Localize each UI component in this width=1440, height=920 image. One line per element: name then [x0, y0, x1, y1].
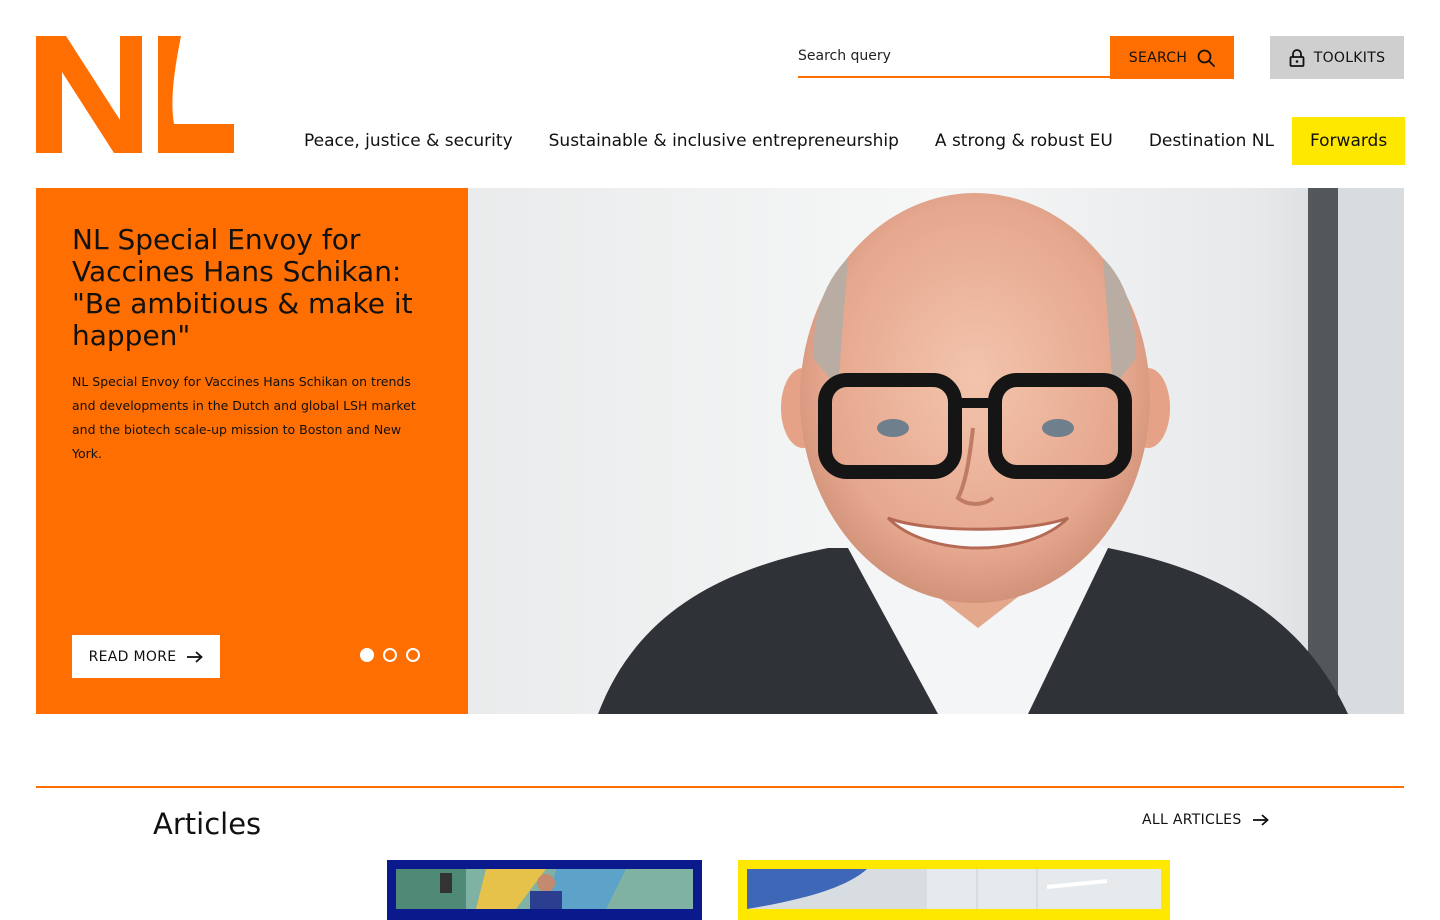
nav-item-forwards[interactable]: Forwards: [1291, 117, 1406, 165]
search-icon: [1197, 49, 1216, 67]
all-articles-link[interactable]: ALL ARTICLES: [1142, 812, 1269, 828]
nl-logo-mark: [36, 36, 234, 153]
hero-portrait-photo: [468, 188, 1404, 714]
article-card-image-1: [396, 869, 693, 920]
all-articles-label: ALL ARTICLES: [1142, 812, 1242, 828]
hero-text-panel: NL Special Envoy for Vaccines Hans Schik…: [36, 188, 468, 714]
arrow-right-icon: [187, 650, 204, 663]
nav-item-sustainable-entrepreneurship[interactable]: Sustainable & inclusive entrepreneurship: [531, 117, 917, 165]
toolkits-label: TOOLKITS: [1313, 49, 1386, 66]
article-card-1[interactable]: [387, 860, 702, 920]
carousel-dot-1[interactable]: [360, 648, 374, 662]
cyclists-photo: [396, 869, 693, 909]
articles-divider: [36, 786, 1404, 788]
read-more-label: READ MORE: [88, 648, 177, 665]
portrait-illustration: [468, 188, 1404, 714]
nav-item-peace-justice-security[interactable]: Peace, justice & security: [286, 117, 531, 165]
office-photo: [747, 869, 1161, 909]
main-nav: Peace, justice & security Sustainable & …: [286, 117, 1406, 165]
article-card-image-2: [747, 869, 1161, 920]
toolkits-button[interactable]: TOOLKITS: [1270, 36, 1404, 79]
search-input[interactable]: [798, 36, 1110, 78]
hero-title: NL Special Envoy for Vaccines Hans Schik…: [72, 223, 413, 352]
articles-heading: Articles: [153, 807, 262, 841]
read-more-button[interactable]: READ MORE: [72, 635, 220, 678]
nl-logo[interactable]: [36, 36, 234, 153]
carousel-dots: [360, 648, 420, 662]
hero-description: NL Special Envoy for Vaccines Hans Schik…: [72, 374, 416, 461]
article-card-2[interactable]: [738, 860, 1170, 920]
arrow-right-icon: [1252, 814, 1269, 826]
search-button-label: SEARCH: [1128, 49, 1188, 66]
lock-icon: [1289, 48, 1305, 67]
carousel-dot-3[interactable]: [406, 648, 420, 662]
hero-carousel: NL Special Envoy for Vaccines Hans Schik…: [36, 188, 1404, 714]
carousel-dot-2[interactable]: [383, 648, 397, 662]
search-button[interactable]: SEARCH: [1110, 36, 1234, 79]
nav-item-strong-robust-eu[interactable]: A strong & robust EU: [917, 117, 1131, 165]
nav-item-destination-nl[interactable]: Destination NL: [1131, 117, 1292, 165]
